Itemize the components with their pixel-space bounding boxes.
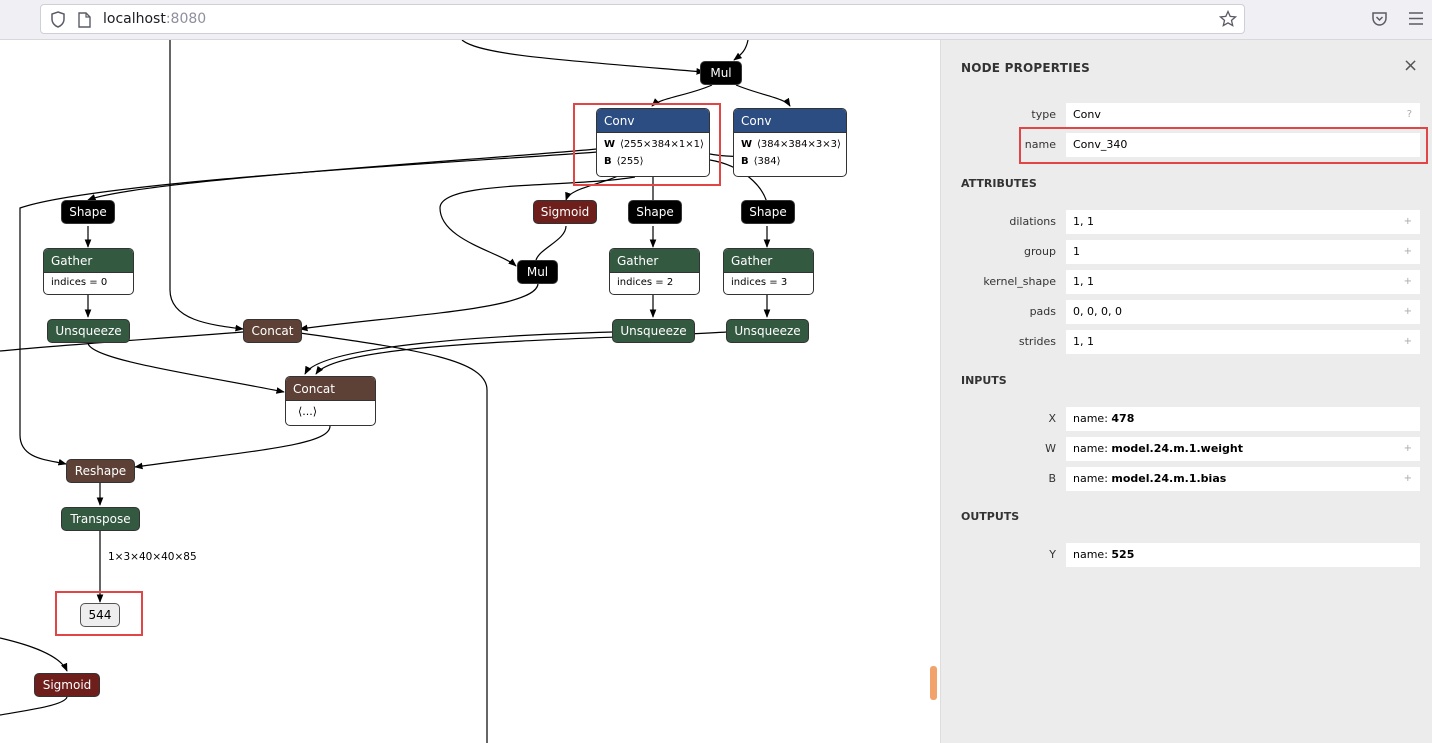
gather-indices: indices = 3: [731, 277, 788, 288]
scrollbar-thumb[interactable]: [930, 666, 937, 700]
conv-node-selected[interactable]: Conv W ⟨255×384×1×1⟩ B ⟨255⟩: [596, 108, 710, 177]
property-value[interactable]: Conv_340: [1066, 133, 1420, 157]
attribute-label: dilations: [1009, 215, 1056, 228]
output-label: Y: [1049, 548, 1056, 561]
input-row: X name: 478: [941, 407, 1432, 431]
url-text[interactable]: localhost:8080: [103, 11, 206, 27]
property-value[interactable]: Conv?: [1066, 103, 1420, 127]
property-type: type Conv?: [941, 103, 1432, 127]
conv-weight-row: W ⟨255×384×1×1⟩: [604, 139, 704, 150]
attribute-value[interactable]: 1, 1 +: [1066, 210, 1420, 234]
shape-node[interactable]: Shape: [61, 200, 115, 224]
edge-shape-label: 1×3×40×40×85: [108, 551, 197, 563]
gather-node[interactable]: Gather indices = 0: [43, 248, 134, 295]
menu-icon[interactable]: [1408, 10, 1424, 31]
close-icon[interactable]: ×: [1403, 55, 1418, 76]
sidebar-title: NODE PROPERTIES: [961, 61, 1090, 75]
input-row: B name: model.24.m.1.bias +: [941, 467, 1432, 491]
output-value[interactable]: name: 525: [1066, 543, 1420, 567]
attribute-row: dilations 1, 1 +: [941, 210, 1432, 234]
gather-node[interactable]: Gather indices = 2: [609, 248, 700, 295]
transpose-node[interactable]: Transpose: [61, 507, 140, 531]
attribute-label: group: [1024, 245, 1056, 258]
unsqueeze-node[interactable]: Unsqueeze: [726, 319, 809, 343]
conv-weight-row: W ⟨384×384×3×3⟩: [741, 139, 841, 150]
input-row: W name: model.24.m.1.weight +: [941, 437, 1432, 461]
page-icon: [78, 12, 91, 32]
attribute-label: strides: [1018, 335, 1056, 348]
expand-icon[interactable]: +: [1404, 210, 1412, 234]
conv-bias-row: B ⟨384⟩: [741, 156, 781, 167]
shield-icon[interactable]: [50, 11, 66, 32]
attribute-value[interactable]: 1 +: [1066, 240, 1420, 264]
sigmoid-node[interactable]: Sigmoid: [34, 673, 100, 697]
pocket-icon[interactable]: [1371, 10, 1388, 31]
concat-node[interactable]: Concat: [243, 319, 302, 343]
input-label: X: [1048, 412, 1056, 425]
reshape-node[interactable]: Reshape: [66, 459, 135, 483]
sigmoid-node[interactable]: Sigmoid: [533, 200, 597, 224]
unsqueeze-node[interactable]: Unsqueeze: [47, 319, 130, 343]
mul-node-top[interactable]: Mul: [700, 61, 742, 85]
property-label: name: [1024, 138, 1056, 151]
concat-inputs-collapsed[interactable]: ⟨...⟩: [286, 401, 375, 423]
graph-canvas[interactable]: Mul Conv W ⟨255×384×1×1⟩ B ⟨255⟩ Conv W ⟨38…: [0, 40, 940, 743]
attribute-row: strides 1, 1 +: [941, 330, 1432, 354]
mul-node[interactable]: Mul: [517, 260, 558, 284]
help-icon[interactable]: ?: [1407, 103, 1412, 127]
shape-node[interactable]: Shape: [741, 200, 795, 224]
conv-node-title: Conv: [597, 109, 709, 133]
gather-indices: indices = 0: [51, 277, 108, 288]
conv-node[interactable]: Conv W ⟨384×384×3×3⟩ B ⟨384⟩: [733, 108, 847, 177]
attributes-header: ATTRIBUTES: [961, 177, 1037, 190]
attribute-label: kernel_shape: [983, 275, 1056, 288]
expand-icon[interactable]: +: [1404, 270, 1412, 294]
input-label: B: [1048, 472, 1056, 485]
input-value[interactable]: name: model.24.m.1.weight +: [1066, 437, 1420, 461]
input-value[interactable]: name: model.24.m.1.bias +: [1066, 467, 1420, 491]
outputs-header: OUTPUTS: [961, 510, 1020, 523]
property-name: name Conv_340: [941, 133, 1432, 157]
attribute-value[interactable]: 1, 1 +: [1066, 270, 1420, 294]
expand-icon[interactable]: +: [1404, 467, 1412, 491]
attribute-row: kernel_shape 1, 1 +: [941, 270, 1432, 294]
output-node[interactable]: 544: [80, 603, 120, 627]
output-row: Y name: 525: [941, 543, 1432, 567]
bookmark-star-icon[interactable]: [1218, 9, 1238, 32]
attribute-value[interactable]: 1, 1 +: [1066, 330, 1420, 354]
gather-node-title: Gather: [44, 249, 133, 273]
conv-node-title: Conv: [734, 109, 846, 133]
url-bar[interactable]: localhost:8080: [40, 4, 1245, 34]
shape-node[interactable]: Shape: [628, 200, 682, 224]
property-label: type: [1031, 108, 1056, 121]
expand-icon[interactable]: +: [1404, 437, 1412, 461]
input-value[interactable]: name: 478: [1066, 407, 1420, 431]
gather-node-title: Gather: [724, 249, 813, 273]
attribute-value[interactable]: 0, 0, 0, 0 +: [1066, 300, 1420, 324]
concat-node-expanded[interactable]: Concat ⟨...⟩: [285, 376, 376, 426]
node-properties-sidebar: NODE PROPERTIES × type Conv? name Conv_3…: [940, 40, 1432, 743]
attribute-row: group 1 +: [941, 240, 1432, 264]
gather-indices: indices = 2: [617, 277, 674, 288]
concat-node-title: Concat: [286, 377, 375, 401]
expand-icon[interactable]: +: [1404, 300, 1412, 324]
expand-icon[interactable]: +: [1404, 240, 1412, 264]
conv-bias-row: B ⟨255⟩: [604, 156, 644, 167]
gather-node[interactable]: Gather indices = 3: [723, 248, 814, 295]
expand-icon[interactable]: +: [1404, 330, 1412, 354]
inputs-header: INPUTS: [961, 374, 1007, 387]
input-label: W: [1045, 442, 1056, 455]
unsqueeze-node[interactable]: Unsqueeze: [612, 319, 695, 343]
browser-toolbar: localhost:8080: [0, 0, 1432, 40]
attribute-row: pads 0, 0, 0, 0 +: [941, 300, 1432, 324]
attribute-label: pads: [1029, 305, 1056, 318]
gather-node-title: Gather: [610, 249, 699, 273]
